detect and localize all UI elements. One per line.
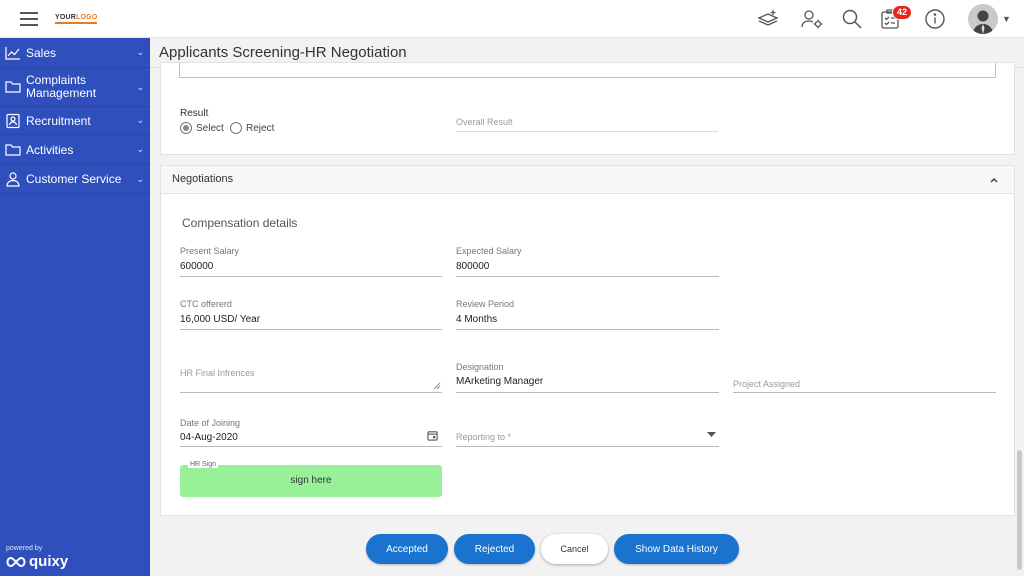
layers-add-icon[interactable] (756, 7, 780, 31)
info-icon[interactable] (923, 7, 947, 31)
chevron-down-icon[interactable]: ▼ (1002, 14, 1011, 24)
sidebar-item-label: Activities (26, 142, 74, 157)
cancel-button[interactable]: Cancel (541, 534, 608, 564)
result-label: Result (180, 108, 209, 119)
folder-icon (5, 142, 21, 158)
user-settings-icon[interactable] (800, 7, 824, 31)
person-icon (5, 171, 21, 187)
dropdown-arrow-icon[interactable] (707, 432, 716, 438)
date-of-joining-label: Date of Joining (180, 418, 241, 428)
result-card: Result Select Reject Overall Result (160, 62, 1015, 155)
page-title: Applicants Screening-HR Negotiation (159, 44, 407, 61)
rejected-button[interactable]: Rejected (454, 534, 535, 564)
project-assigned-field[interactable]: Project Assigned (733, 379, 800, 389)
sidebar-item-customer-service[interactable]: Customer Service ⌄ (0, 165, 150, 194)
sidebar-item-label: Recruitment (26, 113, 91, 128)
ctc-offered-input[interactable]: 16,000 USD/ Year (180, 314, 260, 325)
top-bar: YOURLOGO 42 ▼ (0, 0, 1024, 38)
accepted-button[interactable]: Accepted (366, 534, 448, 564)
present-salary-label: Present Salary (180, 246, 240, 256)
scrollbar[interactable] (1017, 450, 1022, 570)
powered-by-label: powered by (6, 545, 43, 552)
overall-result-underline (456, 131, 718, 132)
search-icon[interactable] (840, 7, 864, 31)
hr-sign-pad[interactable]: HR Sign sign here (180, 461, 442, 497)
sidebar-item-label: Customer Service (26, 172, 122, 186)
chevron-down-icon: ⌄ (136, 144, 144, 154)
select-radio[interactable] (180, 122, 192, 134)
show-data-history-button[interactable]: Show Data History (614, 534, 739, 564)
sidebar-item-complaints-management[interactable]: Complaints Management ⌄ (0, 68, 150, 107)
menu-icon[interactable] (20, 12, 38, 26)
ctc-offered-label: CTC offererd (180, 299, 232, 309)
date-of-joining-underline (180, 446, 442, 447)
sign-here-hint: sign here (290, 475, 332, 486)
resize-handle-icon[interactable] (433, 382, 441, 390)
designation-underline (456, 392, 719, 393)
ctc-offered-underline (180, 329, 442, 330)
select-radio-label: Select (196, 123, 224, 134)
review-period-input[interactable]: 4 Months (456, 314, 497, 325)
sidebar-item-label: Complaints Management (26, 73, 97, 100)
reject-radio[interactable] (230, 122, 242, 134)
user-avatar[interactable] (968, 4, 998, 34)
expected-salary-underline (456, 276, 719, 277)
trend-chart-icon (5, 45, 21, 61)
compensation-details-title: Compensation details (182, 216, 298, 230)
negotiations-header[interactable]: Negotiations (161, 166, 1014, 194)
expected-salary-input[interactable]: 800000 (456, 261, 489, 272)
sidebar-item-sales[interactable]: Sales ⌄ (0, 38, 150, 68)
review-period-underline (456, 329, 719, 330)
sidebar: Sales ⌄ Complaints Management ⌄ Recruitm… (0, 38, 150, 576)
expected-salary-label: Expected Salary (456, 246, 522, 256)
app-logo[interactable]: YOURLOGO (55, 11, 98, 27)
present-salary-input[interactable]: 600000 (180, 261, 213, 272)
chevron-down-icon: ⌄ (136, 81, 144, 92)
sidebar-item-activities[interactable]: Activities ⌄ (0, 135, 150, 165)
brand-name: quixy (29, 553, 69, 570)
project-assigned-underline (733, 392, 996, 393)
notification-badge: 42 (892, 5, 913, 20)
overall-result-field[interactable]: Overall Result (456, 117, 513, 127)
sidebar-item-label: Sales (26, 45, 57, 60)
hr-final-inferences-underline (180, 392, 442, 393)
folder-icon (5, 79, 21, 95)
chevron-down-icon: ⌄ (136, 115, 144, 125)
hr-sign-label: HR Sign (188, 461, 219, 468)
designation-label: Designation (456, 362, 504, 372)
chevron-up-icon[interactable] (988, 174, 1000, 186)
negotiations-title: Negotiations (172, 173, 234, 185)
review-period-label: Review Period (456, 299, 515, 309)
chevron-down-icon: ⌄ (136, 173, 144, 184)
id-card-icon (5, 113, 21, 129)
calendar-icon[interactable] (427, 430, 438, 441)
partial-text-field[interactable] (179, 63, 996, 78)
reporting-to-underline (456, 446, 719, 447)
quixy-logo: quixy (6, 553, 68, 570)
chevron-down-icon: ⌄ (136, 47, 144, 57)
hr-final-inferences-textarea[interactable]: HR Final Infrences (180, 368, 255, 378)
date-of-joining-input[interactable]: 04-Aug-2020 (180, 432, 238, 443)
present-salary-underline (180, 276, 442, 277)
logo-text: YOURLOGO (55, 14, 98, 24)
reporting-to-select[interactable]: Reporting to * (456, 432, 511, 442)
powered-by: powered by quixy (6, 545, 68, 570)
designation-input[interactable]: MArketing Manager (456, 376, 543, 387)
sidebar-item-recruitment[interactable]: Recruitment ⌄ (0, 107, 150, 135)
negotiations-card: Negotiations Compensation details Presen… (160, 165, 1015, 516)
infinity-icon (6, 556, 26, 567)
reject-radio-label: Reject (246, 123, 275, 134)
